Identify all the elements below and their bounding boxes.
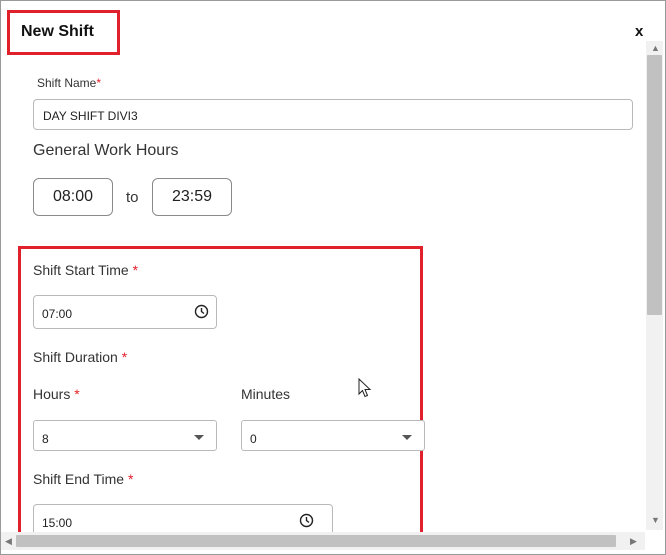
- vertical-scroll-thumb[interactable]: [647, 55, 662, 315]
- scroll-left-icon[interactable]: ◀: [5, 537, 12, 546]
- hours-label: Hours *: [33, 386, 80, 402]
- shift-end-label: Shift End Time *: [33, 471, 134, 487]
- work-hours-from-input[interactable]: 08:00: [33, 178, 113, 216]
- scroll-up-icon[interactable]: ▲: [651, 44, 660, 53]
- shift-name-input[interactable]: DAY SHIFT DIVI3: [33, 99, 633, 130]
- general-work-hours-heading: General Work Hours: [33, 142, 179, 159]
- hours-select[interactable]: 8: [33, 420, 217, 451]
- shift-name-label: Shift Name*: [37, 76, 102, 90]
- minutes-label: Minutes: [241, 386, 291, 402]
- shift-start-input[interactable]: 07:00: [33, 295, 217, 329]
- shift-start-label: Shift Start Time *: [33, 262, 139, 278]
- mouse-cursor-icon: [358, 378, 372, 398]
- dialog-title: New Shift: [21, 23, 94, 40]
- clock-icon[interactable]: [299, 513, 314, 528]
- chevron-down-icon: [194, 435, 204, 440]
- scroll-right-icon[interactable]: ▶: [630, 537, 637, 546]
- horizontal-scroll-thumb[interactable]: [16, 535, 616, 547]
- work-hours-to-input[interactable]: 23:59: [152, 178, 232, 216]
- work-hours-separator: to: [126, 189, 139, 206]
- chevron-down-icon: [402, 435, 412, 440]
- close-button[interactable]: x: [635, 23, 643, 40]
- minutes-select[interactable]: 0: [241, 420, 425, 451]
- clock-icon[interactable]: [194, 304, 209, 319]
- scroll-down-icon[interactable]: ▼: [651, 516, 660, 525]
- shift-duration-label: Shift Duration *: [33, 349, 128, 365]
